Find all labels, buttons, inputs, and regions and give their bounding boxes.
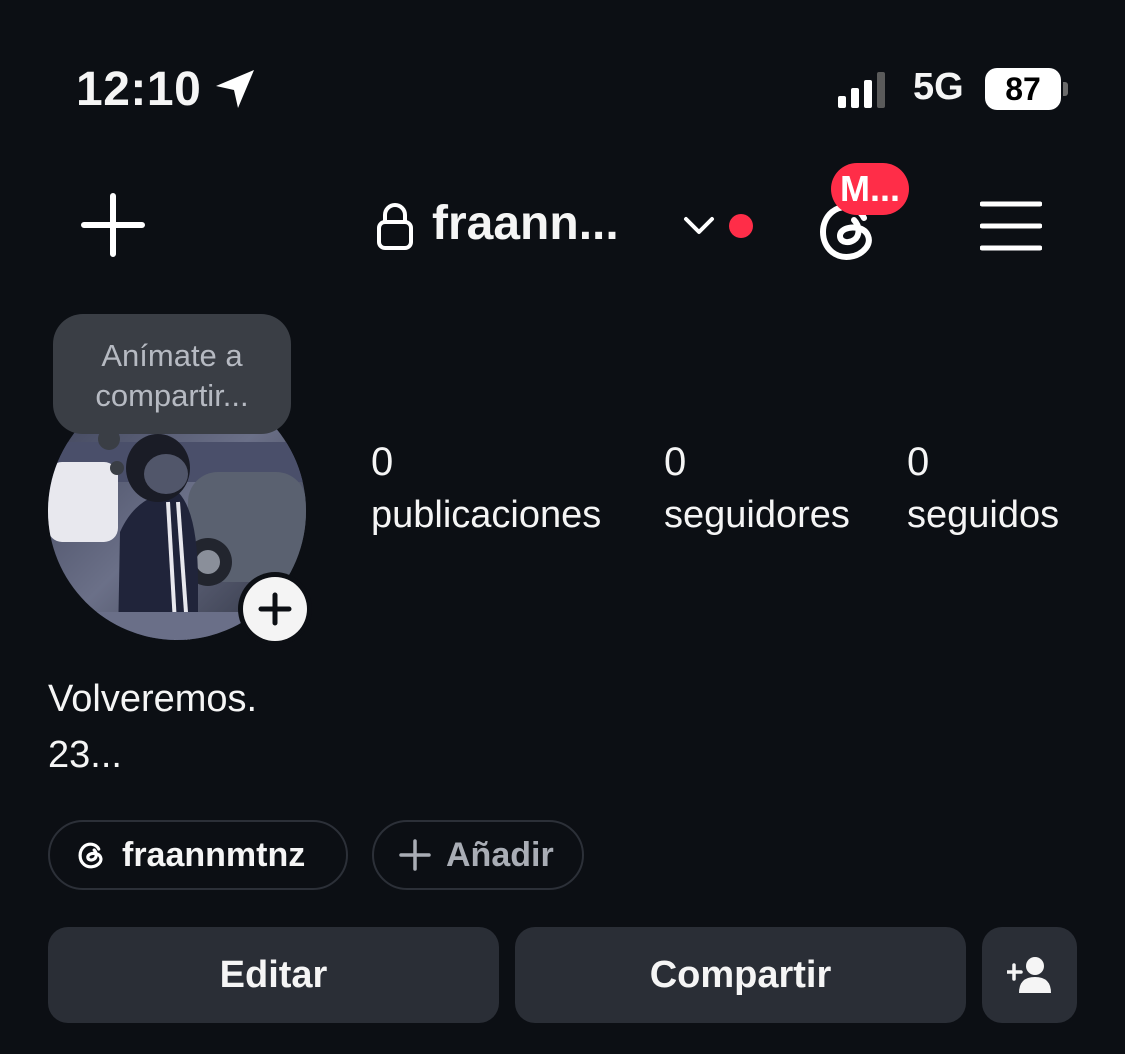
tooltip-line-2: compartir... bbox=[95, 378, 249, 413]
signal-icon bbox=[838, 72, 885, 108]
followers-label[interactable]: seguidores bbox=[664, 494, 850, 537]
threads-small-icon bbox=[78, 842, 103, 869]
account-username[interactable]: fraann... bbox=[432, 196, 619, 251]
battery-icon: 87 bbox=[985, 68, 1068, 112]
notification-badge: M... bbox=[831, 163, 909, 215]
menu-icon[interactable] bbox=[980, 200, 1042, 252]
network-label: 5G bbox=[913, 66, 964, 108]
following-label[interactable]: seguidos bbox=[907, 494, 1059, 537]
add-label: Añadir bbox=[446, 835, 554, 874]
plus-icon bbox=[258, 592, 292, 626]
threads-profile-chip[interactable]: fraannmtnz bbox=[48, 820, 348, 890]
add-story-button[interactable] bbox=[238, 572, 312, 646]
chevron-down-icon[interactable] bbox=[682, 214, 716, 238]
add-link-chip[interactable]: Añadir bbox=[372, 820, 584, 890]
posts-count[interactable]: 0 bbox=[371, 440, 393, 485]
tooltip-line-1: Anímate a bbox=[101, 338, 243, 373]
location-arrow-icon bbox=[216, 70, 254, 108]
add-person-icon bbox=[1004, 957, 1051, 993]
plus-small-icon bbox=[399, 839, 431, 871]
tooltip-tail-dot bbox=[110, 461, 124, 475]
lock-icon bbox=[377, 203, 413, 250]
create-plus-icon[interactable] bbox=[80, 192, 146, 258]
edit-profile-button[interactable]: Editar bbox=[48, 927, 499, 1023]
bio-line-1: Volveremos. bbox=[48, 678, 258, 720]
followers-count[interactable]: 0 bbox=[664, 440, 686, 485]
posts-label[interactable]: publicaciones bbox=[371, 494, 601, 537]
threads-handle: fraannmtnz bbox=[122, 835, 306, 874]
discover-people-button[interactable] bbox=[982, 927, 1077, 1023]
account-notification-dot bbox=[729, 214, 753, 238]
battery-level: 87 bbox=[985, 68, 1061, 110]
share-profile-button[interactable]: Compartir bbox=[515, 927, 966, 1023]
following-count[interactable]: 0 bbox=[907, 440, 929, 485]
status-time: 12:10 bbox=[76, 63, 202, 116]
bio-line-2[interactable]: 23... bbox=[48, 734, 122, 777]
share-prompt-tooltip[interactable]: Anímate a compartir... bbox=[53, 314, 291, 434]
